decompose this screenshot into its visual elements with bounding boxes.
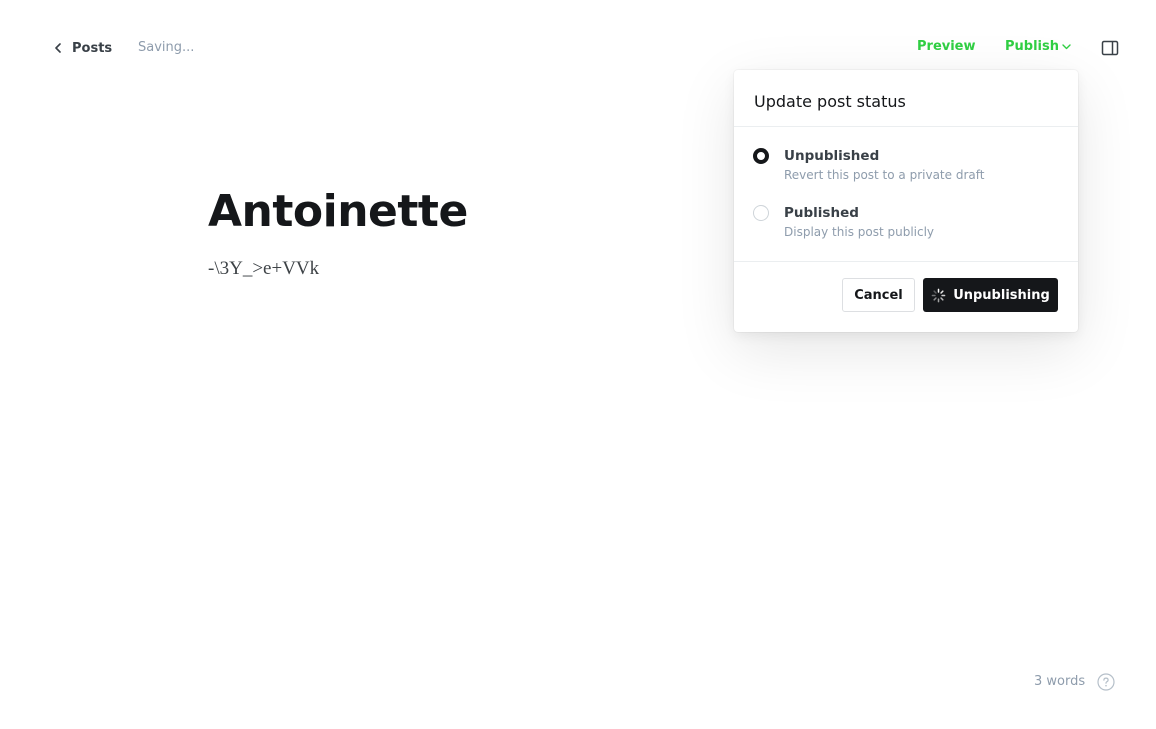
- option-label: Published: [784, 205, 859, 221]
- publish-button-label: Publish: [1005, 39, 1059, 54]
- status-option-unpublished[interactable]: Unpublished Revert this post to a privat…: [734, 147, 1078, 204]
- unpublish-button[interactable]: Unpublishing: [923, 278, 1058, 312]
- status-options: Unpublished Revert this post to a privat…: [734, 127, 1078, 262]
- popover-title: Update post status: [754, 92, 906, 111]
- post-body-editor[interactable]: -\3Y_>e+VVk: [208, 258, 728, 280]
- option-description: Display this post publicly: [784, 225, 935, 239]
- radio-button-selected[interactable]: [753, 148, 769, 164]
- post-title-input[interactable]: Antoinette: [208, 180, 728, 244]
- unpublish-button-label: Unpublishing: [953, 287, 1050, 303]
- popover-header: Update post status: [734, 70, 1078, 127]
- loading-spinner-icon: [931, 288, 946, 303]
- option-label: Unpublished: [784, 148, 880, 164]
- back-to-posts-link[interactable]: Posts: [54, 39, 112, 57]
- save-status: Saving...: [138, 40, 195, 55]
- publish-dropdown-button[interactable]: Publish: [1005, 39, 1071, 54]
- radio-button[interactable]: [753, 205, 769, 221]
- chevron-left-icon: [54, 39, 64, 57]
- sidebar-panel-icon[interactable]: [1100, 38, 1120, 58]
- option-description: Revert this post to a private draft: [784, 168, 985, 182]
- post-editor: Antoinette -\3Y_>e+VVk: [208, 180, 728, 280]
- post-status-popover: Update post status Unpublished Revert th…: [734, 70, 1078, 332]
- cancel-button[interactable]: Cancel: [842, 278, 915, 312]
- chevron-down-icon: [1062, 39, 1071, 54]
- preview-button[interactable]: Preview: [917, 39, 976, 54]
- status-option-published[interactable]: Published Display this post publicly: [734, 204, 1078, 261]
- question-circle-icon[interactable]: [1097, 673, 1115, 691]
- back-link-label: Posts: [72, 40, 113, 56]
- popover-actions: Cancel Unpublishing: [734, 262, 1078, 332]
- word-count: 3 words: [1034, 674, 1086, 689]
